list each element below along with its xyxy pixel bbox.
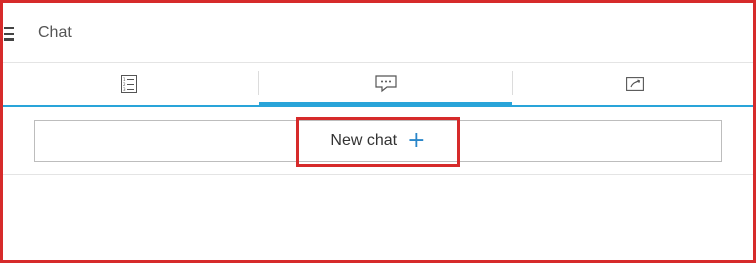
chat-bubble-icon — [374, 75, 397, 93]
tab-list[interactable]: 1 2 3 — [0, 63, 258, 105]
page-title: Chat — [38, 24, 72, 41]
hamburger-icon[interactable] — [4, 27, 14, 41]
svg-text:3: 3 — [123, 87, 126, 92]
divider — [3, 174, 753, 175]
tab-phone[interactable] — [513, 63, 756, 105]
tab-chat[interactable] — [259, 63, 512, 107]
tab-bar: 1 2 3 — [0, 63, 756, 107]
plus-icon: + — [407, 128, 426, 153]
phone-icon — [625, 77, 644, 91]
new-chat-button[interactable]: New chat + — [34, 120, 722, 162]
app-header: Chat — [0, 0, 756, 63]
list-icon: 1 2 3 — [121, 75, 137, 93]
new-chat-label: New chat — [330, 132, 398, 149]
